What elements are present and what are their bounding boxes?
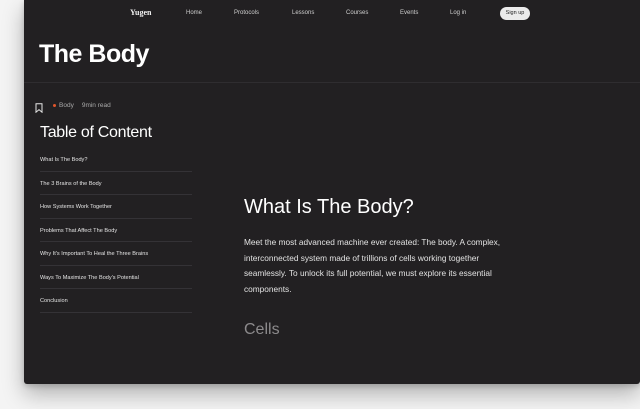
toc-item[interactable]: Problems That Affect The Body xyxy=(40,219,192,242)
article-subheading: Cells xyxy=(244,321,280,338)
toc-item[interactable]: Ways To Maximize The Body's Potential xyxy=(40,266,192,289)
category-dot-icon xyxy=(53,104,56,107)
nav-link-lessons[interactable]: Lessons xyxy=(292,10,314,16)
article-body: Meet the most advanced machine ever crea… xyxy=(244,237,501,294)
toc-title: Table of Content xyxy=(40,124,152,141)
nav-link-courses[interactable]: Courses xyxy=(346,10,368,16)
toc-item[interactable]: Why It's Important To Heal the Three Bra… xyxy=(40,242,192,266)
header-divider xyxy=(24,82,640,83)
toc-item[interactable]: What Is The Body? xyxy=(40,148,192,172)
top-navigation: Yugen Home Protocols Lessons Courses Eve… xyxy=(24,0,640,28)
toc-item[interactable]: The 3 Brains of the Body xyxy=(40,172,192,195)
category-tag[interactable]: Body xyxy=(59,102,74,109)
read-time: 9min read xyxy=(81,102,111,109)
table-of-contents: What Is The Body? The 3 Brains of the Bo… xyxy=(40,148,192,313)
browser-window: Yugen Home Protocols Lessons Courses Eve… xyxy=(24,0,640,384)
signup-button[interactable]: Sign up xyxy=(500,7,530,20)
nav-link-home[interactable]: Home xyxy=(186,10,202,16)
article-meta: Body 9min read xyxy=(53,102,111,109)
site-logo[interactable]: Yugen xyxy=(130,8,152,17)
page-title: The Body xyxy=(39,40,149,68)
article-heading: What Is The Body? xyxy=(244,196,414,218)
toc-item[interactable]: Conclusion xyxy=(40,289,192,313)
nav-link-login[interactable]: Log in xyxy=(450,10,466,16)
toc-item[interactable]: How Systems Work Together xyxy=(40,195,192,219)
bookmark-icon[interactable] xyxy=(35,100,43,114)
nav-link-events[interactable]: Events xyxy=(400,10,418,16)
nav-link-protocols[interactable]: Protocols xyxy=(234,10,259,16)
